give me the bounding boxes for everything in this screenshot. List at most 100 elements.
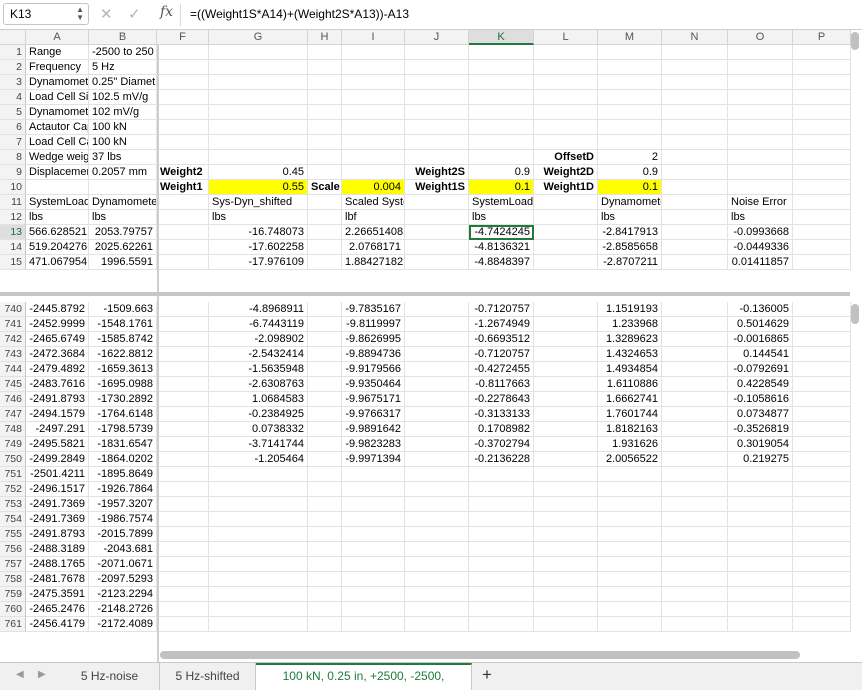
grid-cell[interactable] [534, 557, 598, 572]
grid-cell[interactable] [793, 255, 851, 270]
cell-i14[interactable]: 2.0768171 [342, 240, 405, 255]
grid-cell[interactable] [728, 482, 793, 497]
grid-cell[interactable] [308, 165, 342, 180]
grid-cell[interactable] [598, 602, 662, 617]
cell-k15[interactable]: -4.8848397 [469, 255, 534, 270]
grid-cell[interactable] [157, 347, 209, 362]
grid-cell[interactable] [662, 165, 728, 180]
row-header[interactable]: 756 [0, 542, 26, 557]
cell-i740[interactable]: -9.7835167 [342, 302, 405, 317]
grid-cell[interactable] [662, 467, 728, 482]
grid-cell[interactable] [534, 332, 598, 347]
split-bar[interactable] [0, 292, 850, 296]
grid-cell[interactable] [157, 497, 209, 512]
cell-i750[interactable]: -9.9971394 [342, 452, 405, 467]
cell-k748[interactable]: 0.1708982 [469, 422, 534, 437]
grid-cell[interactable] [405, 572, 469, 587]
grid-cell[interactable] [662, 210, 728, 225]
grid-cell[interactable] [793, 75, 851, 90]
row-header[interactable]: 9 [0, 165, 26, 180]
grid-cell[interactable] [662, 557, 728, 572]
cell-i13[interactable]: 2.26651408 [342, 225, 405, 240]
grid-cell[interactable] [405, 587, 469, 602]
grid-cell[interactable] [405, 377, 469, 392]
grid-cell[interactable] [793, 210, 851, 225]
cell-a751[interactable]: -2501.4211 [26, 467, 89, 482]
cell-j10[interactable]: Weight1S [405, 180, 469, 195]
cell-m11[interactable]: DynamometerNoise [598, 195, 662, 210]
cell-g748[interactable]: 0.0738332 [209, 422, 308, 437]
grid-cell[interactable] [728, 467, 793, 482]
grid-cell[interactable] [405, 452, 469, 467]
cell-f10[interactable]: Weight1 [157, 180, 209, 195]
grid-cell[interactable] [534, 120, 598, 135]
grid-cell[interactable] [405, 617, 469, 632]
cell-b15[interactable]: 1996.5591 [89, 255, 157, 270]
grid-cell[interactable] [209, 527, 308, 542]
grid-cell[interactable] [405, 75, 469, 90]
cell-g14[interactable]: -17.602258 [209, 240, 308, 255]
grid-cell[interactable] [793, 602, 851, 617]
grid-cell[interactable] [534, 527, 598, 542]
cell-b758[interactable]: -2097.5293 [89, 572, 157, 587]
grid-cell[interactable] [308, 225, 342, 240]
grid-cell[interactable] [157, 557, 209, 572]
row-header[interactable]: 757 [0, 557, 26, 572]
grid-cell[interactable] [534, 195, 598, 210]
grid-cell[interactable] [534, 572, 598, 587]
cell-b753[interactable]: -1957.3207 [89, 497, 157, 512]
grid-cell[interactable] [793, 467, 851, 482]
grid-cell[interactable] [728, 60, 793, 75]
grid-cell[interactable] [157, 542, 209, 557]
grid-cell[interactable] [793, 60, 851, 75]
cell-m750[interactable]: 2.0056522 [598, 452, 662, 467]
cell-a12[interactable]: lbs [26, 210, 89, 225]
cell-k745[interactable]: -0.8117663 [469, 377, 534, 392]
cell-b752[interactable]: -1926.7864 [89, 482, 157, 497]
cell-i743[interactable]: -9.8894736 [342, 347, 405, 362]
cell-b761[interactable]: -2172.4089 [89, 617, 157, 632]
grid-cell[interactable] [598, 45, 662, 60]
row-header[interactable]: 12 [0, 210, 26, 225]
row-header[interactable]: 14 [0, 240, 26, 255]
grid-cell[interactable] [469, 512, 534, 527]
grid-cell[interactable] [342, 587, 405, 602]
cell-i744[interactable]: -9.9179566 [342, 362, 405, 377]
cell-g746[interactable]: 1.0684583 [209, 392, 308, 407]
cell-a6[interactable]: Actautor Cap [26, 120, 89, 135]
grid-cell[interactable] [469, 557, 534, 572]
row-header[interactable]: 5 [0, 105, 26, 120]
cell-a7[interactable]: Load Cell Ca [26, 135, 89, 150]
grid-cell[interactable] [598, 90, 662, 105]
grid-cell[interactable] [793, 317, 851, 332]
grid-cell[interactable] [534, 210, 598, 225]
grid-cell[interactable] [308, 617, 342, 632]
grid-cell[interactable] [405, 255, 469, 270]
cell-a743[interactable]: -2472.3684 [26, 347, 89, 362]
grid-cell[interactable] [728, 45, 793, 60]
grid-cell[interactable] [157, 60, 209, 75]
grid-cell[interactable] [157, 317, 209, 332]
row-header[interactable]: 13 [0, 225, 26, 240]
cell-b4[interactable]: 102.5 mV/g [89, 90, 157, 105]
grid-cell[interactable] [598, 75, 662, 90]
grid-cell[interactable] [662, 347, 728, 362]
cell-g742[interactable]: -2.098902 [209, 332, 308, 347]
grid-cell[interactable] [662, 150, 728, 165]
grid-cell[interactable] [469, 617, 534, 632]
grid-cell[interactable] [157, 482, 209, 497]
grid-cell[interactable] [405, 392, 469, 407]
sheet-tab[interactable]: 100 kN, 0.25 in, +2500, -2500, [256, 663, 472, 690]
grid-cell[interactable] [157, 392, 209, 407]
grid-cell[interactable] [534, 587, 598, 602]
cell-m12[interactable]: lbs [598, 210, 662, 225]
cell-a11[interactable]: SystemLoad [26, 195, 89, 210]
cell-b3[interactable]: 0.25" Diamet [89, 75, 157, 90]
grid-cell[interactable] [405, 120, 469, 135]
grid-cell[interactable] [793, 165, 851, 180]
cell-i745[interactable]: -9.9350464 [342, 377, 405, 392]
grid-cell[interactable] [662, 377, 728, 392]
grid-cell[interactable] [405, 422, 469, 437]
grid-cell[interactable] [308, 317, 342, 332]
cell-g745[interactable]: -2.6308763 [209, 377, 308, 392]
